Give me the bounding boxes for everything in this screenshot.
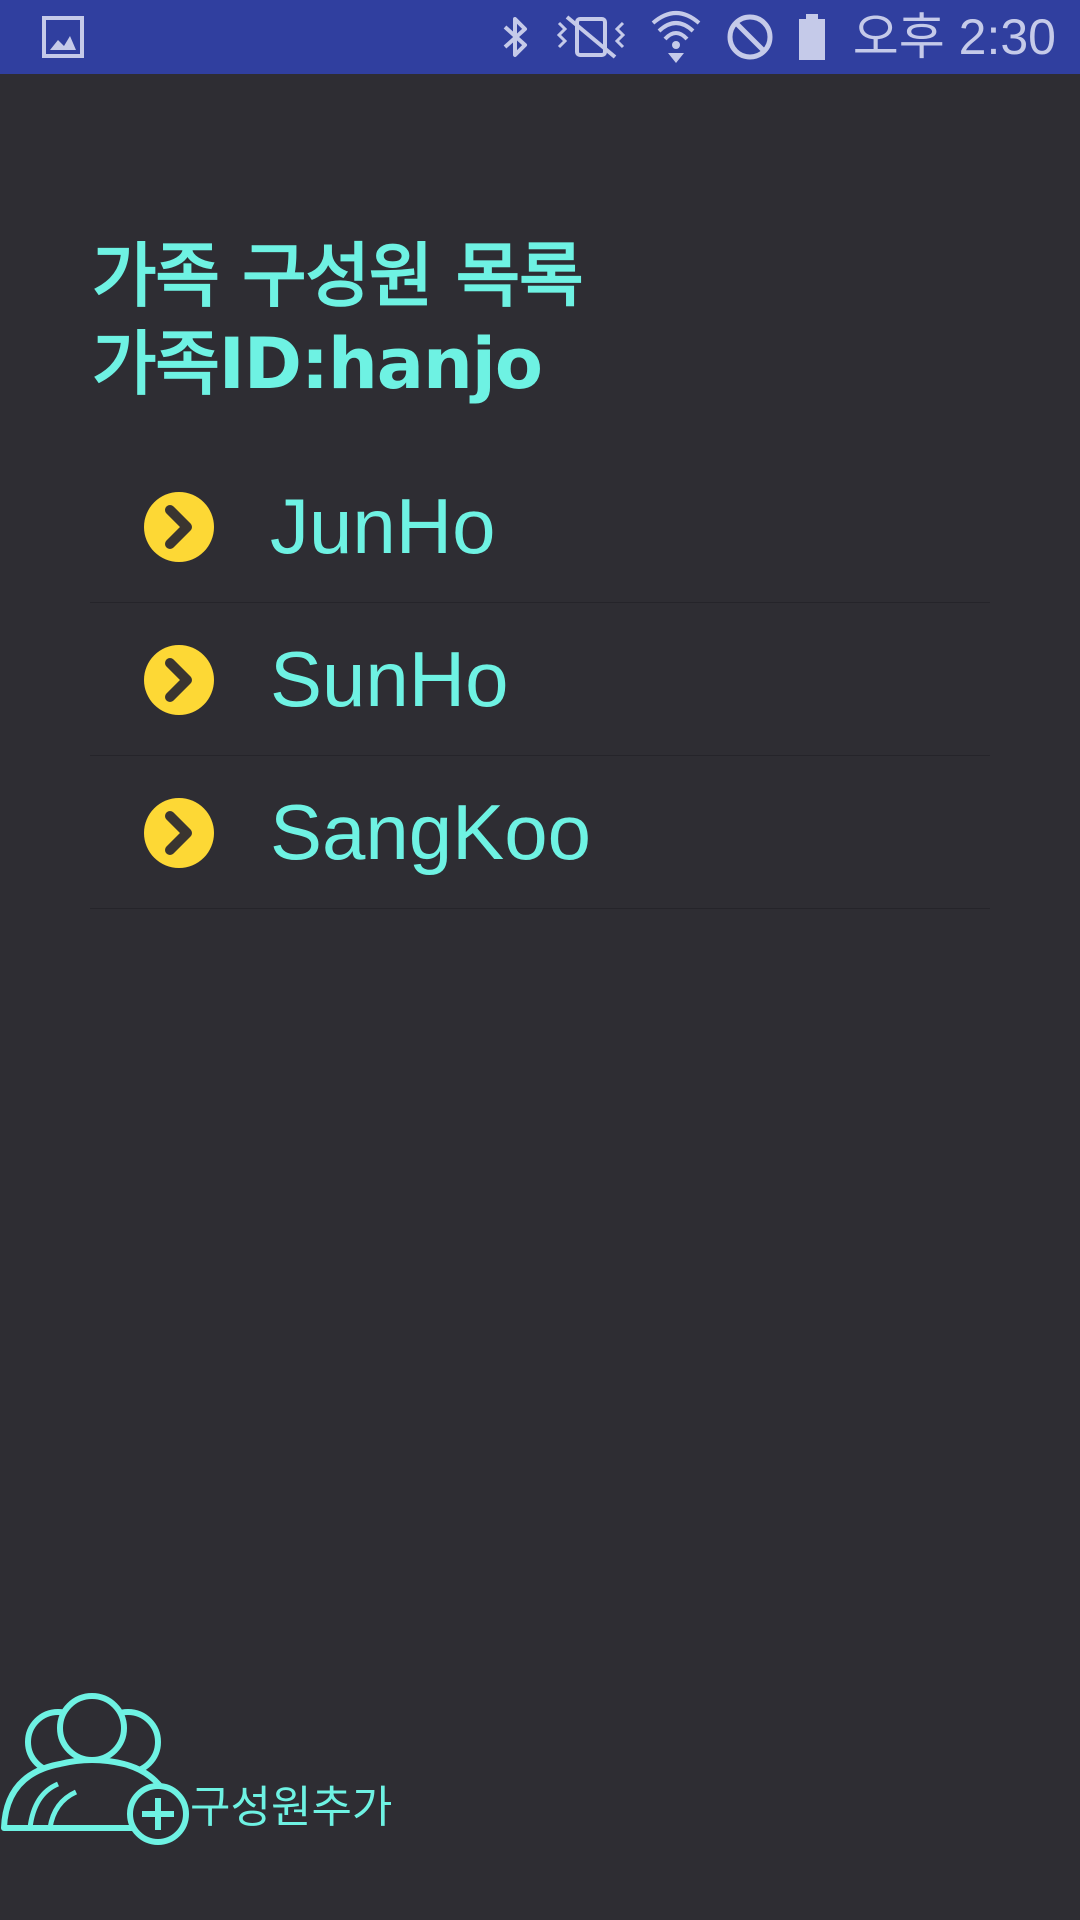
add-user-icon [1,1693,189,1845]
status-bar: 오후 2:30 [0,0,1080,74]
family-id-label: 가족ID:hanjo [92,323,543,405]
member-item-sangkoo[interactable]: SangKoo [90,756,990,909]
gallery-icon [42,16,84,58]
wifi-icon [649,0,703,74]
member-name: SangKoo [270,788,591,876]
bluetooth-icon [499,0,533,74]
member-name: SunHo [270,635,509,723]
status-icons: 오후 2:30 [477,0,1056,74]
page-title: 가족 구성원 목록 [92,235,584,317]
page-header: 가족 구성원 목록 가족ID:hanjo [92,232,584,408]
chevron-right-icon [144,798,214,868]
battery-icon [797,0,827,74]
add-member-button[interactable]: 구성원추가 [0,1690,420,1850]
chevron-right-icon [144,645,214,715]
screen: 오후 2:30 가족 구성원 목록 가족ID:hanjo JunHo SunHo [0,0,1080,1920]
member-name: JunHo [270,482,496,570]
member-item-junho[interactable]: JunHo [90,450,990,603]
member-item-sunho[interactable]: SunHo [90,603,990,756]
member-list: JunHo SunHo SangKoo [90,450,990,909]
status-time: 오후 2:30 [852,9,1056,65]
add-member-label: 구성원추가 [190,1782,393,1833]
do-not-disturb-icon [725,0,775,74]
vibrate-icon [555,0,627,74]
chevron-right-icon [144,492,214,562]
